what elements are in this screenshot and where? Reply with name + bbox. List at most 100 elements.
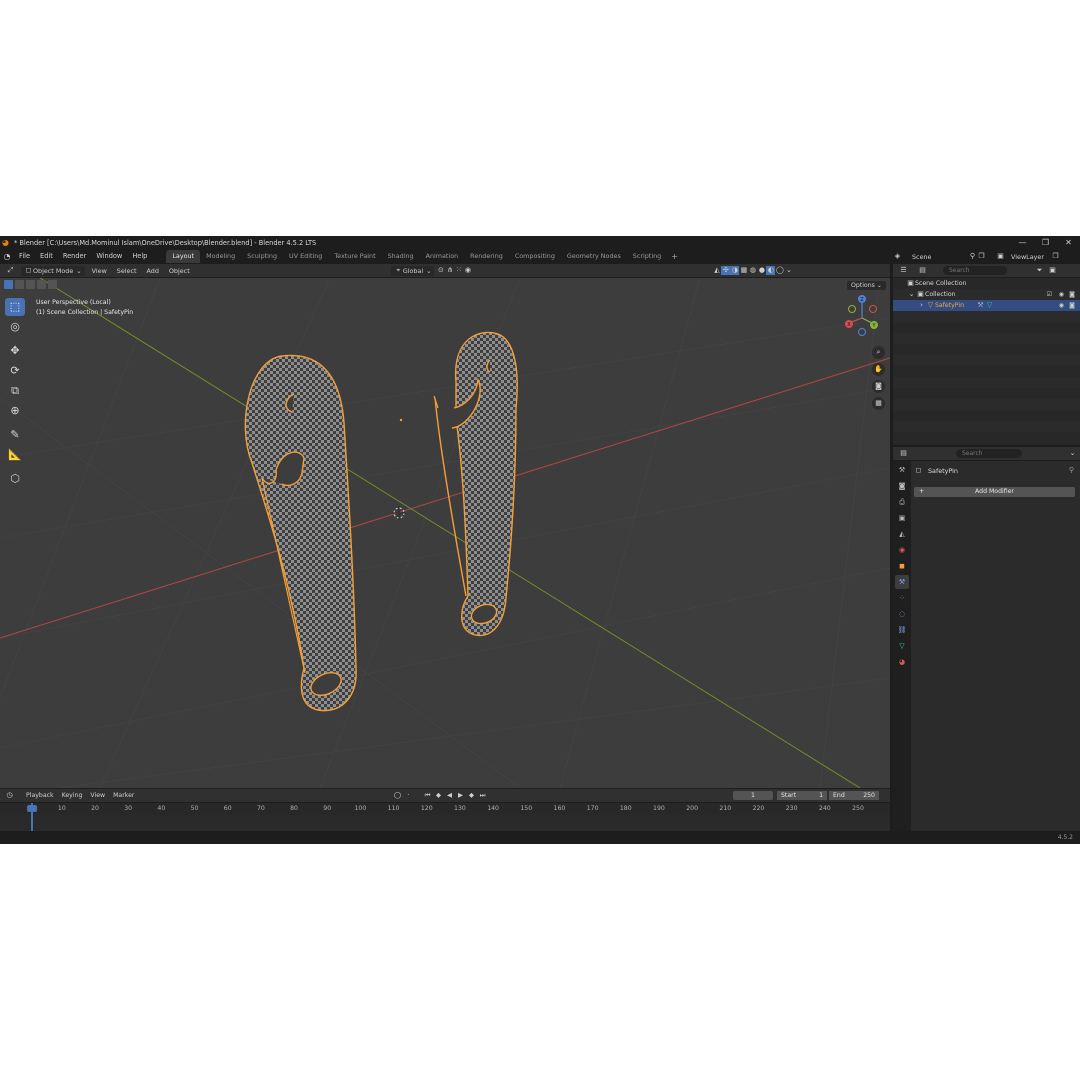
tab-texture-paint[interactable]: Texture Paint <box>328 250 381 263</box>
eye-icon[interactable]: ◉ <box>1059 302 1064 309</box>
3d-cursor[interactable] <box>392 506 406 520</box>
menu-playback[interactable]: Playback <box>22 792 58 799</box>
play-icon[interactable]: ▶ <box>455 790 466 800</box>
blender-logo-icon[interactable]: ◔ <box>0 252 14 261</box>
new-scene-icon[interactable]: ❐ <box>977 252 986 261</box>
minimize-button[interactable]: — <box>1011 236 1034 249</box>
select-box-tool-icon[interactable]: ⬚ <box>5 298 25 316</box>
tab-animation[interactable]: Animation <box>420 250 465 263</box>
output-tab-icon[interactable]: ⎙ <box>895 495 909 509</box>
ortho-toggle-icon[interactable]: ▦ <box>872 397 885 410</box>
overlay-toggle-icon[interactable]: ◑ <box>730 266 740 275</box>
pin-icon[interactable]: ⚲ <box>1069 466 1074 474</box>
outliner-object-row[interactable]: › ▽ SafetyPin ⚒ ▽ ◉ ◙ <box>893 300 1080 311</box>
world-tab-icon[interactable]: ◉ <box>895 543 909 557</box>
add-modifier-button[interactable]: + Add Modifier <box>914 487 1075 497</box>
gizmo-toggle-icon[interactable]: ✣ <box>721 266 731 275</box>
physics-tab-icon[interactable]: ◌ <box>895 607 909 621</box>
menu-help[interactable]: Help <box>127 250 152 263</box>
select-intersect-icon[interactable] <box>48 280 57 289</box>
menu-marker[interactable]: Marker <box>109 792 138 799</box>
timeline-tracks[interactable] <box>0 815 890 831</box>
outliner-collection[interactable]: ⌄ ▣ Collection ☑ ◉ ◙ <box>893 289 1080 300</box>
add-workspace-button[interactable]: + <box>667 250 682 263</box>
current-frame-field[interactable]: 1 <box>733 791 773 800</box>
add-cube-tool-icon[interactable]: ⬡ <box>5 470 25 488</box>
menu-keying[interactable]: Keying <box>58 792 87 799</box>
chevron-down-icon[interactable]: ⌄ <box>907 290 916 299</box>
visibility-icon[interactable]: ◭ <box>712 266 721 275</box>
maximize-button[interactable]: ❐ <box>1034 236 1057 249</box>
play-reverse-icon[interactable]: ◀ <box>444 790 455 800</box>
modifier-icon[interactable]: ⚒ <box>976 301 985 310</box>
material-tab-icon[interactable]: ◕ <box>895 655 909 669</box>
keying-set-icon[interactable]: · <box>403 790 414 800</box>
timeline-editor-icon[interactable]: ◷ <box>5 791 14 800</box>
properties-search-input[interactable]: Search <box>956 449 1022 458</box>
orientation-dropdown[interactable]: ⌖ Global ⌄ <box>390 265 435 276</box>
mesh-data-icon[interactable]: ▽ <box>985 301 994 310</box>
constraints-tab-icon[interactable]: ⛓ <box>895 623 909 637</box>
tab-rendering[interactable]: Rendering <box>464 250 509 263</box>
menu-select[interactable]: Select <box>112 267 142 275</box>
pivot-icon[interactable]: ⊙ <box>436 266 445 275</box>
checkbox-icon[interactable]: ☑ <box>1047 291 1052 298</box>
prev-key-icon[interactable]: ◆ <box>433 790 444 800</box>
new-view-layer-icon[interactable]: ❐ <box>1051 252 1060 261</box>
options-dropdown[interactable]: Options ⌄ <box>846 281 886 290</box>
render-tab-icon[interactable]: ◙ <box>895 479 909 493</box>
new-collection-icon[interactable]: ▣ <box>1048 266 1057 275</box>
properties-editor-icon[interactable]: ▤ <box>899 449 908 458</box>
menu-object[interactable]: Object <box>164 267 195 275</box>
tab-geometry-nodes[interactable]: Geometry Nodes <box>561 250 627 263</box>
data-tab-icon[interactable]: ▽ <box>895 639 909 653</box>
view-layer-tab-icon[interactable]: ▣ <box>895 511 909 525</box>
3d-viewport[interactable]: Z X Y ⬚ ◎ ✥ ⟳ ⧉ ⊕ ✎ 📐 ⬡ User Perspective… <box>0 278 890 788</box>
safety-pin-left[interactable] <box>244 354 357 712</box>
jump-end-icon[interactable]: ⏭ <box>477 790 488 800</box>
editor-type-icon[interactable]: ⤢ <box>6 266 15 275</box>
viewport-scene[interactable]: Z X Y <box>0 278 890 788</box>
close-button[interactable]: ✕ <box>1057 236 1080 249</box>
shading-options-icon[interactable]: ⌄ <box>784 266 793 275</box>
rotate-tool-icon[interactable]: ⟳ <box>5 362 25 380</box>
view-layer-name[interactable]: ViewLayer <box>1011 253 1051 261</box>
menu-file[interactable]: File <box>14 250 35 263</box>
view-layer-icon[interactable]: ▣ <box>996 252 1005 261</box>
end-frame-field[interactable]: End 250 <box>829 791 879 800</box>
frame-ruler[interactable]: 1102030405060708090100110120130140150160… <box>0 803 890 815</box>
particles-tab-icon[interactable]: ⁘ <box>895 591 909 605</box>
scene-tab-icon[interactable]: ◭ <box>895 527 909 541</box>
select-new-icon[interactable] <box>4 280 13 289</box>
camera-icon[interactable]: ◙ <box>1069 302 1075 309</box>
outliner-editor-icon[interactable]: ☰ <box>899 266 908 275</box>
snap-target-icon[interactable]: ⁙ <box>454 266 463 275</box>
tab-shading[interactable]: Shading <box>382 250 420 263</box>
menu-add[interactable]: Add <box>142 267 164 275</box>
safety-pin-right[interactable] <box>433 331 518 637</box>
wireframe-shading-icon[interactable]: ◍ <box>748 266 757 275</box>
select-subtract-icon[interactable] <box>26 280 35 289</box>
snap-icon[interactable]: ⋔ <box>445 266 454 275</box>
chevron-down-icon[interactable]: ⌄ <box>1068 449 1077 458</box>
move-tool-icon[interactable]: ✥ <box>5 342 25 360</box>
tab-scripting[interactable]: Scripting <box>627 250 667 263</box>
navigation-gizmo[interactable]: Z X Y <box>845 295 878 336</box>
tab-sculpting[interactable]: Sculpting <box>241 250 283 263</box>
select-extend-icon[interactable] <box>15 280 24 289</box>
playhead[interactable] <box>31 803 33 831</box>
scene-name[interactable]: Scene <box>912 253 948 261</box>
camera-icon[interactable]: ◙ <box>1069 291 1075 298</box>
scene-icon[interactable]: ◈ <box>893 252 902 261</box>
eye-icon[interactable]: ◉ <box>1059 291 1064 298</box>
zoom-icon[interactable]: ⌕ <box>872 346 885 359</box>
menu-view[interactable]: View <box>87 267 112 275</box>
outliner-search-input[interactable]: Search <box>943 266 1007 275</box>
tab-modeling[interactable]: Modeling <box>200 250 241 263</box>
menu-window[interactable]: Window <box>91 250 127 263</box>
next-key-icon[interactable]: ◆ <box>466 790 477 800</box>
display-mode-icon[interactable]: ▤ <box>918 266 927 275</box>
select-invert-icon[interactable] <box>37 280 46 289</box>
object-tab-icon[interactable]: ◼ <box>895 559 909 573</box>
material-shading-icon[interactable]: ◐ <box>766 266 776 275</box>
